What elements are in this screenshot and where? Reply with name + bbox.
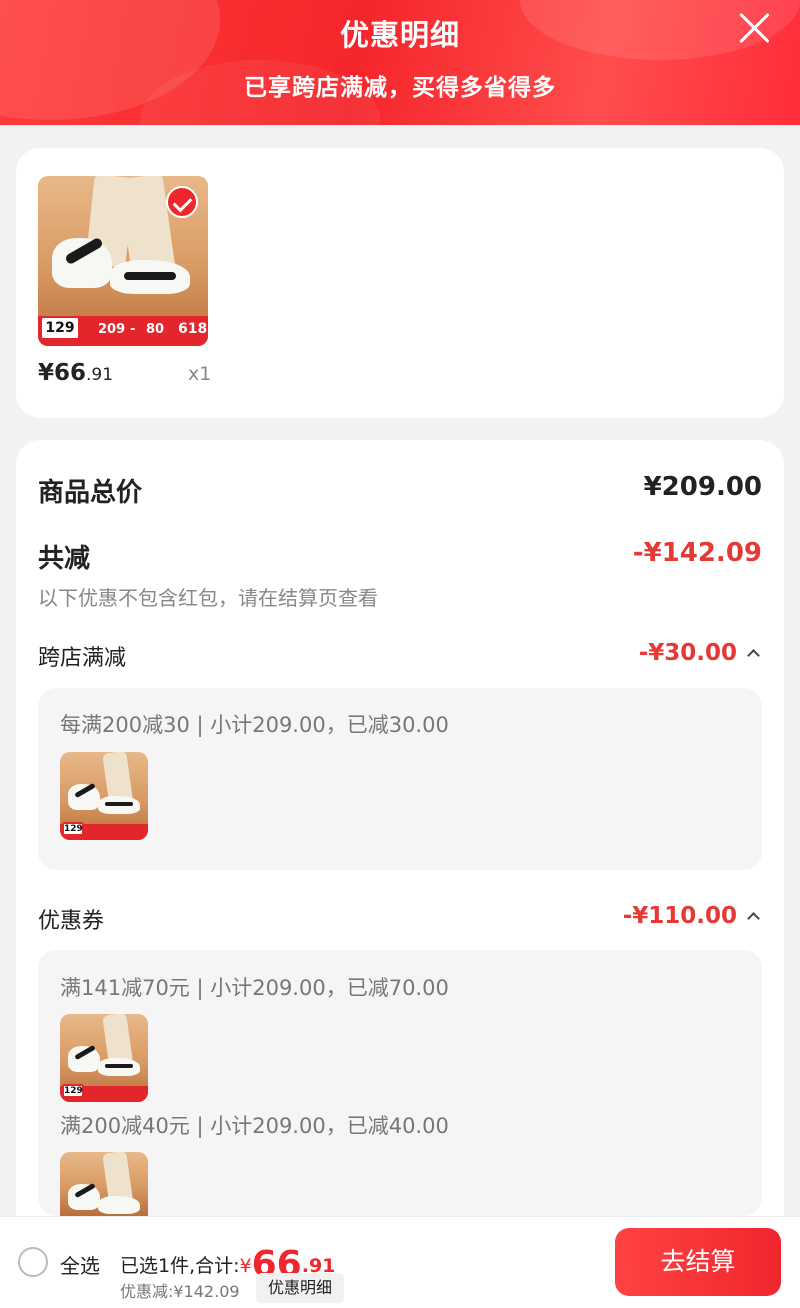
page-title: 优惠明细 — [339, 18, 460, 52]
cross-store-discount-label: 跨店满减 — [38, 646, 127, 671]
total-price-label: 商品总价 — [38, 478, 143, 508]
coupon-value: -¥110.00 — [622, 903, 737, 929]
chevron-up-icon[interactable] — [747, 649, 760, 662]
coupon-product-thumbnail[interactable]: 129 — [60, 1014, 148, 1102]
cross-store-discount-toggle[interactable]: -¥30.00 — [638, 640, 760, 666]
selected-check-icon[interactable] — [166, 186, 198, 218]
product-quantity: x1 — [188, 363, 212, 385]
coupon-rule-2: 满200减40元 | 小计209.00，已减40.00 — [60, 1114, 449, 1138]
coupon-toggle[interactable]: -¥110.00 — [622, 903, 760, 929]
discount-total: 优惠减:¥142.09 — [120, 1282, 240, 1301]
thumb-price-tag: 129 — [40, 316, 80, 340]
total-price-value: ¥209.00 — [643, 472, 762, 502]
close-icon[interactable] — [736, 10, 772, 46]
checkout-button[interactable]: 去结算 — [615, 1228, 781, 1296]
thumb-strip-price: 209 — [98, 322, 126, 337]
product-price: ¥66.91 — [38, 360, 113, 386]
cross-store-rule: 每满200减30 | 小计209.00，已减30.00 — [60, 713, 449, 737]
product-thumbnail[interactable]: 209 - 80 618 129 — [38, 176, 208, 346]
thumb-strip-dash: - — [130, 322, 136, 337]
chevron-up-icon[interactable] — [747, 912, 760, 925]
coupon-label: 优惠券 — [38, 909, 105, 934]
select-all-label[interactable]: 全选 — [60, 1250, 100, 1279]
thumb-strip-discount: 80 — [146, 322, 165, 337]
discount-detail-button[interactable]: 优惠明细 — [256, 1273, 345, 1303]
cross-store-discount-value: -¥30.00 — [638, 640, 737, 666]
cross-store-product-thumbnail[interactable]: 129 — [60, 752, 148, 840]
coupon-product-thumbnail-2[interactable] — [60, 1152, 148, 1216]
select-all-radio[interactable] — [18, 1247, 48, 1277]
product-price-int: ¥66 — [38, 360, 87, 386]
thumb-strip-event: 618 — [178, 321, 208, 337]
total-reduction-value: -¥142.09 — [632, 538, 762, 568]
total-currency: ¥ — [239, 1255, 252, 1277]
header-banner: 优惠明细 已享跨店满减，买得多省得多 — [0, 0, 800, 125]
page-subtitle: 已享跨店满减，买得多省得多 — [244, 75, 556, 101]
selected-prefix: 已选1件,合计: — [120, 1255, 240, 1277]
product-price-dec: .91 — [86, 365, 114, 385]
total-reduction-label: 共减 — [38, 544, 91, 574]
red-packet-note: 以下优惠不包含红包，请在结算页查看 — [38, 586, 378, 610]
coupon-rule-1: 满141减70元 | 小计209.00，已减70.00 — [60, 976, 449, 1000]
